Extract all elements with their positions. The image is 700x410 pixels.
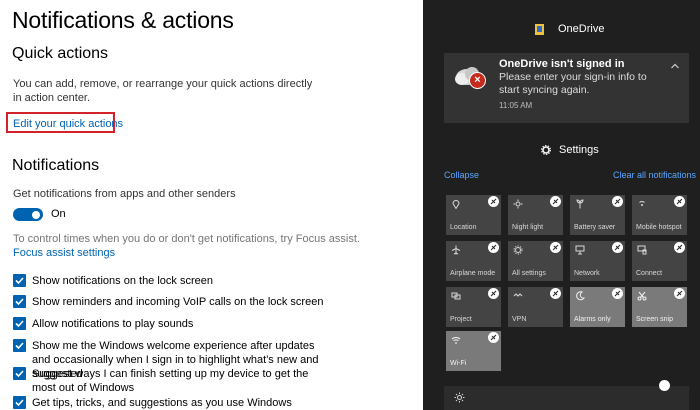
checkbox-checked-icon[interactable] [13,317,26,330]
tile-label: Project [450,316,472,323]
hotspot-icon [639,200,645,206]
checkbox-checked-icon[interactable] [13,339,26,352]
quick-actions-heading: Quick actions [12,45,109,62]
moon-icon [576,291,585,301]
tile-wifi[interactable]: Wi-Fi [446,331,501,371]
gear-icon [513,245,523,255]
unpin-icon[interactable] [550,242,561,253]
tile-night-light[interactable]: Night light [508,195,563,235]
connect-icon [637,245,647,255]
tile-label: Connect [636,270,663,277]
toast-time: 11:05 AM [499,101,533,110]
tile-label: Screen snip [636,316,673,323]
get-notifications-label: Get notifications from apps and other se… [13,188,236,200]
location-icon [452,200,460,209]
project-icon [451,292,461,300]
tile-label: VPN [512,316,527,323]
tile-all-settings[interactable]: All settings [508,241,563,281]
tile-label: Location [450,224,477,231]
error-icon: × [469,72,486,89]
tile-screen-snip[interactable]: Screen snip [632,287,687,327]
checkbox-label: Suggest ways I can finish setting up my … [32,368,309,394]
checkbox-checked-icon[interactable] [13,367,26,380]
checkbox-label: Show reminders and incoming VoIP calls o… [32,296,324,308]
notifications-heading: Notifications [12,157,100,174]
unpin-icon[interactable] [674,242,685,253]
chevron-up-icon[interactable] [670,61,680,71]
checkbox-checked-icon[interactable] [13,396,26,409]
toast-body: Please enter your sign-in info to start … [499,71,647,96]
collapse-link[interactable]: Collapse [444,170,479,180]
battery-saver-icon [576,199,584,209]
clear-all-notifications-link[interactable]: Clear all notifications [613,170,696,180]
settings-group-header: Settings [541,144,599,156]
checkbox-checked-icon[interactable] [13,295,26,308]
tile-label: Mobile hotspot [636,224,682,231]
unpin-icon[interactable] [550,196,561,207]
edit-quick-actions-link[interactable]: Edit your quick actions [13,118,123,130]
unpin-icon[interactable] [488,288,499,299]
onedrive-group-header: OneDrive [535,23,604,35]
page-title: Notifications & actions [12,7,234,33]
focus-assist-link[interactable]: Focus assist settings [13,247,115,259]
tile-connect[interactable]: Connect [632,241,687,281]
tile-location[interactable]: Location [446,195,501,235]
checkbox-label: Show notifications on the lock screen [32,275,213,287]
airplane-icon [451,245,461,255]
tile-label: All settings [512,270,546,277]
vpn-icon [513,293,523,297]
gear-icon [541,145,551,155]
tile-vpn[interactable]: VPN [508,287,563,327]
unpin-icon[interactable] [674,288,685,299]
scissors-icon [637,291,647,301]
settings-group-title: Settings [559,144,599,156]
network-icon [575,245,585,255]
unpin-icon[interactable] [488,332,499,343]
action-center: OneDrive × OneDrive isn't signed in Plea… [423,0,700,410]
tile-label: Battery saver [574,224,616,231]
brightness-slider[interactable] [444,386,689,410]
checkbox-label: Get tips, tricks, and suggestions as you… [32,397,292,409]
tile-mobile-hotspot[interactable]: Mobile hotspot [632,195,687,235]
toast-title: OneDrive isn't signed in [499,58,625,70]
tile-label: Network [574,270,600,277]
unpin-icon[interactable] [612,288,623,299]
wifi-icon [451,337,461,344]
tile-battery-saver[interactable]: Battery saver [570,195,625,235]
settings-panel: Notifications & actions Quick actions Yo… [0,0,423,410]
tile-label: Night light [512,224,544,231]
unpin-icon[interactable] [612,242,623,253]
tile-network[interactable]: Network [570,241,625,281]
tile-project[interactable]: Project [446,287,501,327]
brightness-icon [454,392,465,403]
unpin-icon[interactable] [488,242,499,253]
checkbox-checked-icon[interactable] [13,274,26,287]
unpin-icon[interactable] [488,196,499,207]
checkbox-label: Allow notifications to play sounds [32,318,194,330]
tile-label: Wi-Fi [450,360,467,367]
tile-airplane-mode[interactable]: Airplane mode [446,241,501,281]
tile-label: Alarms only [574,316,611,323]
onedrive-notification[interactable]: × OneDrive isn't signed in Please enter … [444,53,689,123]
unpin-icon[interactable] [659,380,670,391]
toggle-state-label: On [51,208,66,220]
quick-actions-description: You can add, remove, or rearrange your q… [13,78,313,104]
toggle-knob [32,210,40,219]
unpin-icon[interactable] [612,196,623,207]
unpin-icon[interactable] [550,288,561,299]
tile-label: Airplane mode [450,270,496,277]
unpin-icon[interactable] [674,196,685,207]
onedrive-group-title: OneDrive [558,23,605,35]
onedrive-app-icon [535,23,544,35]
focus-assist-hint: To control times when you do or don't ge… [13,233,360,245]
tile-alarms-only[interactable]: Alarms only [570,287,625,327]
notifications-toggle[interactable] [13,208,43,221]
brightness-icon [513,199,523,209]
